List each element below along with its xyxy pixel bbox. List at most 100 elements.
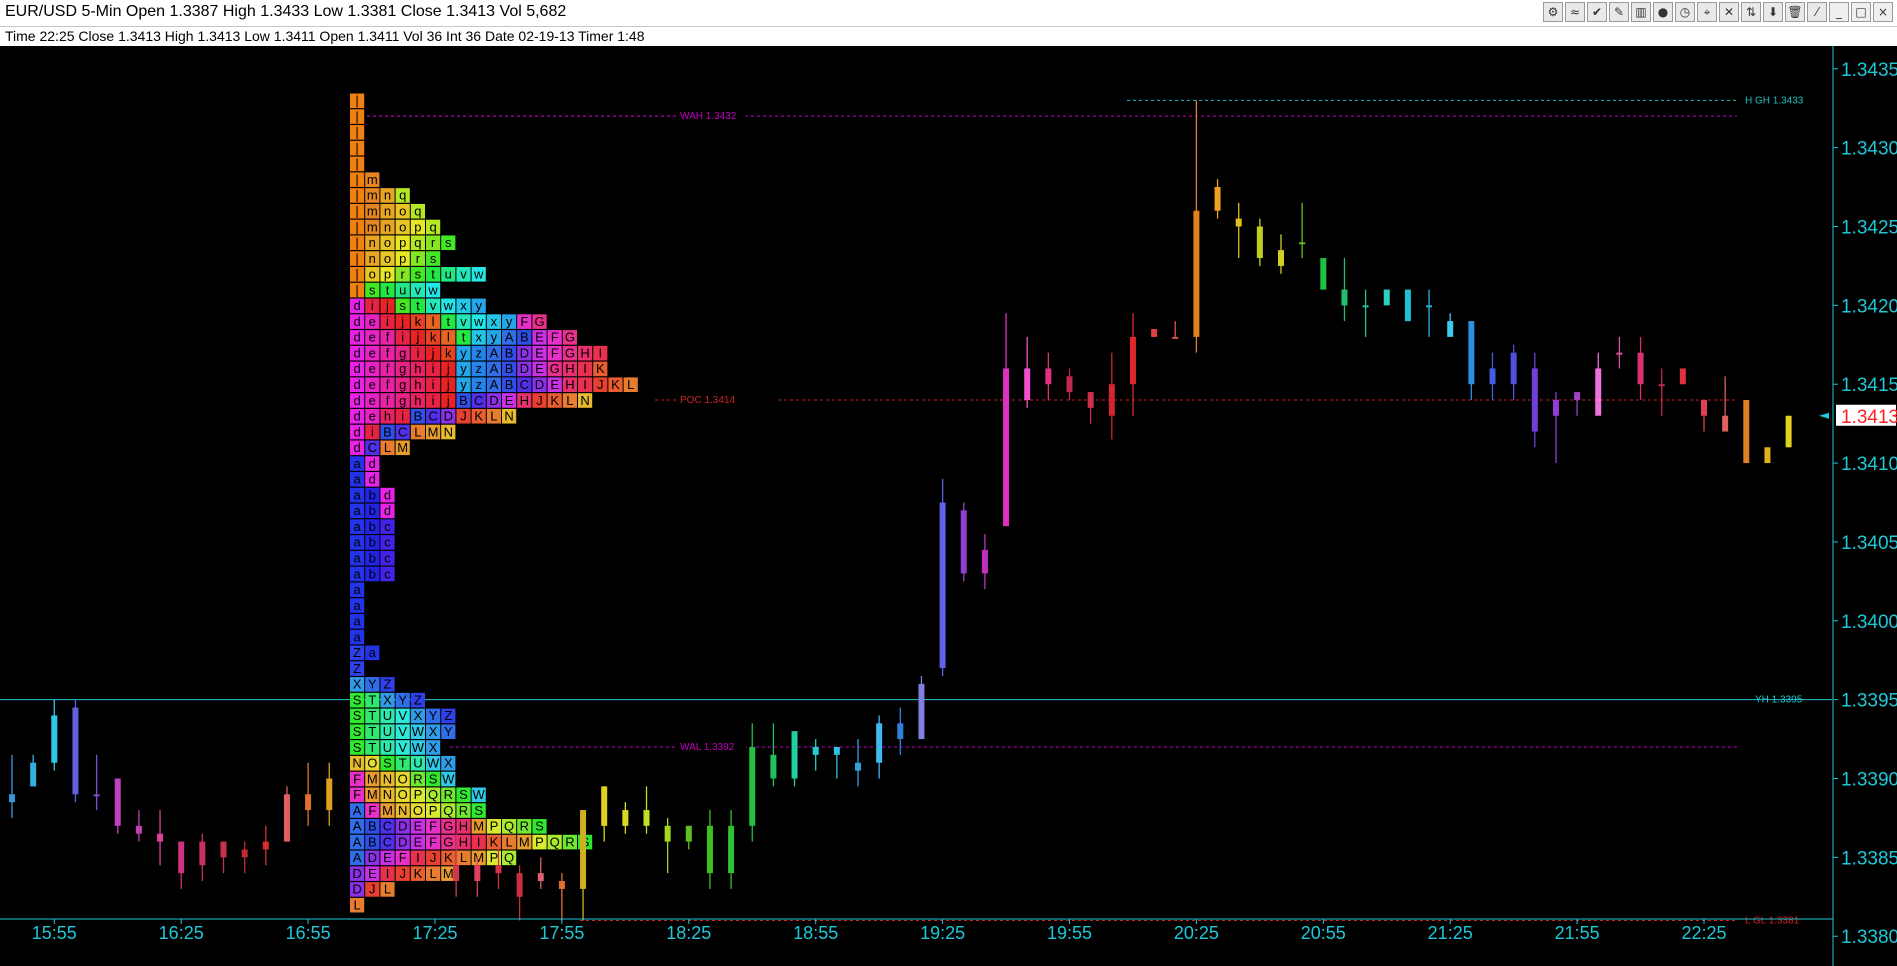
level-lines: WAH 1.3432 POC 1.3414 WAL 1.3392 H GH 1.343… xyxy=(0,95,1832,926)
bar-chart-icon[interactable]: ▥ xyxy=(1631,2,1651,22)
candle-body xyxy=(1764,447,1771,464)
candle-body xyxy=(1108,384,1115,416)
tpo-letter: J xyxy=(460,409,467,424)
tpo-letter: C xyxy=(428,409,437,424)
tpo-letter: s xyxy=(399,298,406,313)
candle-body xyxy=(1024,368,1031,400)
tpo-letter: j xyxy=(446,393,450,408)
tpo-letter: K xyxy=(550,393,559,408)
maximize-icon[interactable]: □ xyxy=(1851,2,1871,22)
tpo-letter: H xyxy=(565,361,574,376)
fib-icon[interactable]: ✕ xyxy=(1719,2,1739,22)
minimize-icon[interactable]: _ xyxy=(1829,2,1849,22)
tpo-letter: e xyxy=(369,314,376,329)
cursor-icon[interactable]: ⌖ xyxy=(1697,2,1717,22)
tpo-letter: F xyxy=(353,771,361,786)
trash-icon[interactable]: 🗑 xyxy=(1785,2,1805,22)
tpo-letter: C xyxy=(383,834,392,849)
candle-body xyxy=(1383,289,1390,306)
tpo-letter: Y xyxy=(444,724,453,739)
tpo-letter: B xyxy=(368,819,377,834)
candle-body xyxy=(1278,250,1284,266)
y-tick-label: 1.3380 xyxy=(1841,927,1897,948)
candle-body xyxy=(685,825,692,842)
arrow-icon[interactable]: ⇅ xyxy=(1741,2,1761,22)
tpo-letter: K xyxy=(490,834,499,849)
tpo-letter: i xyxy=(401,330,404,345)
tpo-letter: E xyxy=(368,866,377,881)
tpo-letter: m xyxy=(367,219,378,234)
y-tick-label: 1.3415 xyxy=(1841,375,1897,396)
tpo-letter: j xyxy=(385,298,389,313)
level-label: L GL 1.3381 xyxy=(1745,915,1800,926)
tpo-letter: H xyxy=(459,834,468,849)
down-arrow-icon[interactable]: ⬇ xyxy=(1763,2,1783,22)
close-icon[interactable]: × xyxy=(1873,2,1893,22)
tpo-letter: v xyxy=(430,298,437,313)
tpo-letter: Q xyxy=(550,834,560,849)
tpo-letter: d xyxy=(384,503,391,518)
tpo-letter: d xyxy=(353,330,360,345)
wave-icon[interactable]: ≈ xyxy=(1565,2,1585,22)
tpo-letter: f xyxy=(386,377,390,392)
tpo-letter: a xyxy=(353,614,361,629)
level-label: WAL 1.3392 xyxy=(680,742,735,753)
tpo-letter: F xyxy=(429,819,437,834)
dropper-icon[interactable]: ⁄ xyxy=(1807,2,1827,22)
tpo-letter: p xyxy=(384,267,391,282)
stop-icon[interactable]: ● xyxy=(1653,2,1673,22)
chart-settings-icon[interactable]: ⚙ xyxy=(1543,2,1563,22)
tpo-letter: Q xyxy=(504,819,514,834)
x-tick-label: 20:55 xyxy=(1301,923,1346,943)
tpo-letter: f xyxy=(386,345,390,360)
tpo-letter: z xyxy=(475,377,482,392)
tpo-letter: V xyxy=(398,708,407,723)
tpo-letter: g xyxy=(399,361,406,376)
candle-body xyxy=(1362,305,1369,308)
candle-body xyxy=(791,731,798,779)
tpo-letter: s xyxy=(445,235,452,250)
tpo-letter: A xyxy=(353,834,362,849)
tpo-letter: t xyxy=(431,267,435,282)
tpo-letter: w xyxy=(473,267,484,282)
tpo-letter: e xyxy=(369,345,376,360)
tpo-letter: c xyxy=(384,566,391,581)
x-tick-label: 16:55 xyxy=(286,923,331,943)
x-tick-label: 17:25 xyxy=(412,923,457,943)
tpo-letter: P xyxy=(414,787,423,802)
tpo-letter: M xyxy=(397,440,408,455)
clock-icon[interactable]: ◷ xyxy=(1675,2,1695,22)
tpo-letter: X xyxy=(414,708,423,723)
tpo-letter: d xyxy=(353,424,360,439)
tpo-letter: U xyxy=(383,708,392,723)
tpo-letter: k xyxy=(415,314,422,329)
tpo-letter: U xyxy=(413,756,422,771)
tpo-letter: i xyxy=(371,298,374,313)
tpo-letter: n xyxy=(369,251,376,266)
candle-body xyxy=(1193,210,1200,337)
candle-body xyxy=(706,825,713,874)
candle-body xyxy=(157,833,164,842)
candle-body xyxy=(749,746,756,826)
x-tick-label: 17:55 xyxy=(539,923,584,943)
tpo-letter: p xyxy=(399,251,406,266)
tpo-letter: M xyxy=(473,850,484,865)
tpo-letter: C xyxy=(398,424,407,439)
tpo-letter: E xyxy=(535,345,544,360)
tpo-letter: t xyxy=(416,298,420,313)
candle-body xyxy=(728,825,735,874)
tpo-letter: E xyxy=(535,361,544,376)
tpo-letter: e xyxy=(369,330,376,345)
candle-body xyxy=(9,794,15,803)
tpo-letter: f xyxy=(386,393,390,408)
draw-pencil-icon[interactable]: ✎ xyxy=(1609,2,1629,22)
tpo-letter: L xyxy=(627,377,634,392)
current-price-arrow xyxy=(1819,412,1829,419)
tpo-letter: u xyxy=(399,282,406,297)
tpo-letter: B xyxy=(505,361,514,376)
tpo-letter: w xyxy=(473,314,484,329)
alert-icon[interactable]: ✔ xyxy=(1587,2,1607,22)
price-chart[interactable]: WAH 1.3432POC 1.3414WAL 1.3392H GH 1.343… xyxy=(0,46,1897,966)
tpo-letter: Q xyxy=(504,850,514,865)
tpo-letter: H xyxy=(565,377,574,392)
